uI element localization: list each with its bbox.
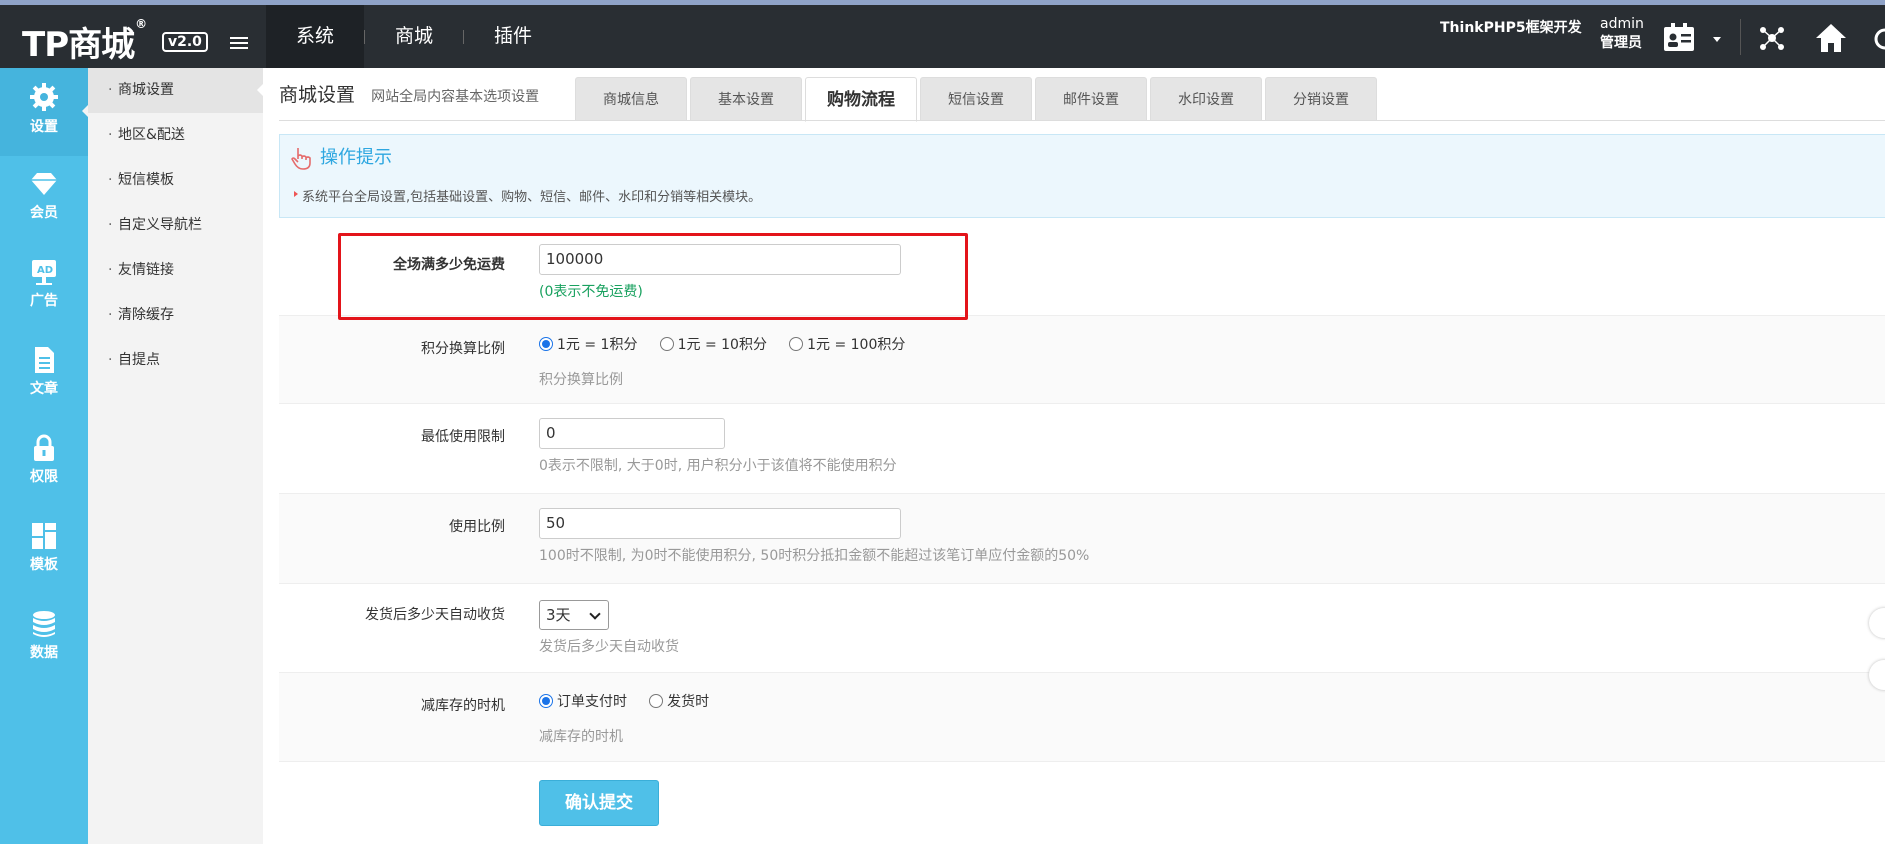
gear-icon [30, 83, 58, 111]
top-nav-shop[interactable]: 商城 [365, 5, 463, 68]
auto-receive-label: 发货后多少天自动收货 [365, 607, 505, 623]
tab-watermark-settings[interactable]: 水印设置 [1150, 77, 1262, 121]
sub-menu-item-sms-templates[interactable]: 短信模板 [88, 158, 263, 203]
user-name: admin [1600, 16, 1644, 32]
sidebar-label: 会员 [30, 205, 58, 221]
stock-timing-hint: 减库存的时机 [539, 729, 623, 745]
sidebar-label: 设置 [30, 119, 58, 135]
submit-button[interactable]: 确认提交 [539, 780, 659, 826]
version-badge: v2.0 [162, 32, 208, 52]
main-sidebar: 设置 会员 AD 广告 文章 权限 模板 数据 [0, 68, 88, 844]
points-ratio-hint: 积分换算比例 [539, 372, 623, 388]
main-content: 商城设置 网站全局内容基本选项设置 商城信息 基本设置 购物流程 短信设置 邮件… [263, 68, 1885, 844]
page-header: 商城设置 网站全局内容基本选项设置 [279, 80, 539, 107]
menu-toggle-icon[interactable] [230, 37, 248, 51]
highlight-box [338, 233, 968, 320]
form-row-use-ratio: 使用比例 50 100时不限制, 为0时不能使用积分, 50时积分抵扣金额不能超… [279, 494, 1885, 584]
tab-shopping-flow[interactable]: 购物流程 [805, 77, 917, 122]
tab-distribution-settings[interactable]: 分销设置 [1265, 77, 1377, 121]
form-row-min-limit: 最低使用限制 0 0表示不限制, 大于0时, 用户积分小于该值将不能使用积分 [279, 404, 1885, 494]
user-role: 管理员 [1600, 35, 1642, 51]
page-title: 商城设置 [279, 84, 356, 106]
lock-icon [34, 434, 54, 461]
points-ratio-option-100[interactable]: 1元 = 100积分 [789, 334, 905, 354]
form-row-points-ratio: 积分换算比例 1元 = 1积分 1元 = 10积分 1元 = 100积分 积分换… [279, 316, 1885, 404]
id-card-icon[interactable] [1662, 21, 1696, 55]
hand-pointer-icon [291, 148, 311, 170]
use-ratio-input[interactable]: 50 [539, 508, 901, 539]
points-ratio-label: 积分换算比例 [421, 341, 505, 357]
tips-panel: 操作提示 系统平台全局设置,包括基础设置、购物、短信、邮件、水印和分销等相关模块… [279, 134, 1885, 218]
form-row-auto-receive: 发货后多少天自动收货 3天 发货后多少天自动收货 [279, 584, 1885, 673]
user-info[interactable]: admin 管理员 [1600, 15, 1644, 53]
tips-text: 系统平台全局设置,包括基础设置、购物、短信、邮件、水印和分销等相关模块。 [293, 186, 761, 205]
sidebar-label: 文章 [30, 381, 58, 397]
sidebar-item-permissions[interactable]: 权限 [0, 420, 88, 508]
top-nav: 系统 商城 插件 [266, 5, 562, 68]
points-ratio-option-10[interactable]: 1元 = 10积分 [659, 334, 767, 354]
stock-timing-option-payment[interactable]: 订单支付时 [539, 691, 627, 711]
sidebar-item-ads[interactable]: AD 广告 [0, 244, 88, 332]
network-icon[interactable] [1755, 21, 1789, 55]
use-ratio-hint: 100时不限制, 为0时不能使用积分, 50时积分抵扣金额不能超过该笔订单应付金… [539, 548, 1090, 564]
sub-menu-item-region-shipping[interactable]: 地区&配送 [88, 113, 263, 158]
home-icon[interactable] [1814, 21, 1848, 55]
sidebar-item-templates[interactable]: 模板 [0, 508, 88, 596]
logo[interactable]: TP商城® [22, 17, 147, 66]
sidebar-label: 数据 [30, 645, 58, 661]
stock-timing-option-shipping[interactable]: 发货时 [649, 691, 709, 711]
document-icon [35, 347, 54, 373]
sidebar-label: 模板 [30, 557, 58, 573]
database-icon [33, 611, 55, 637]
sub-menu-item-custom-nav[interactable]: 自定义导航栏 [88, 203, 263, 248]
tips-title: 操作提示 [290, 143, 392, 170]
ad-icon: AD [32, 260, 56, 285]
sub-menu-item-friend-links[interactable]: 友情链接 [88, 248, 263, 293]
sidebar-item-data[interactable]: 数据 [0, 596, 88, 684]
top-bar: TP商城® v2.0 系统 商城 插件 ThinkPHP5框架开发 admin … [0, 0, 1885, 68]
min-limit-label: 最低使用限制 [421, 429, 505, 445]
sidebar-label: 广告 [30, 293, 58, 309]
grid-icon [32, 523, 56, 549]
sidebar-item-articles[interactable]: 文章 [0, 332, 88, 420]
logout-icon[interactable] [1872, 21, 1885, 55]
settings-tabs: 商城信息 基本设置 购物流程 短信设置 邮件设置 水印设置 分销设置 [575, 77, 1380, 122]
sidebar-item-settings[interactable]: 设置 [0, 68, 88, 156]
caret-down-icon[interactable] [1710, 21, 1724, 55]
tab-basic-settings[interactable]: 基本设置 [690, 77, 802, 121]
sidebar-item-members[interactable]: 会员 [0, 156, 88, 244]
diamond-icon [31, 173, 57, 195]
min-limit-input[interactable]: 0 [539, 418, 725, 449]
use-ratio-label: 使用比例 [449, 519, 505, 535]
min-limit-hint: 0表示不限制, 大于0时, 用户积分小于该值将不能使用积分 [539, 458, 897, 474]
sub-menu-item-pickup-points[interactable]: 自提点 [88, 338, 263, 383]
auto-receive-hint: 发货后多少天自动收货 [539, 639, 679, 655]
auto-receive-select[interactable]: 3天 [539, 600, 609, 630]
page-subtitle: 网站全局内容基本选项设置 [371, 89, 540, 105]
top-nav-system[interactable]: 系统 [266, 5, 365, 68]
svg-text:AD: AD [37, 265, 53, 276]
stock-timing-label: 减库存的时机 [421, 698, 505, 714]
framework-text: ThinkPHP5框架开发 [1440, 20, 1582, 36]
sub-menu-item-shop-settings[interactable]: 商城设置 [88, 68, 263, 113]
tab-sms-settings[interactable]: 短信设置 [920, 77, 1032, 121]
form-row-stock-timing: 减库存的时机 订单支付时 发货时 减库存的时机 [279, 673, 1885, 762]
sidebar-label: 权限 [30, 469, 58, 485]
sub-menu-item-clear-cache[interactable]: 清除缓存 [88, 293, 263, 338]
tab-email-settings[interactable]: 邮件设置 [1035, 77, 1147, 121]
tab-shop-info[interactable]: 商城信息 [575, 77, 687, 121]
top-nav-plugin[interactable]: 插件 [464, 5, 562, 68]
points-ratio-option-1[interactable]: 1元 = 1积分 [539, 334, 637, 354]
sub-menu: 商城设置 地区&配送 短信模板 自定义导航栏 友情链接 清除缓存 自提点 [88, 68, 263, 844]
